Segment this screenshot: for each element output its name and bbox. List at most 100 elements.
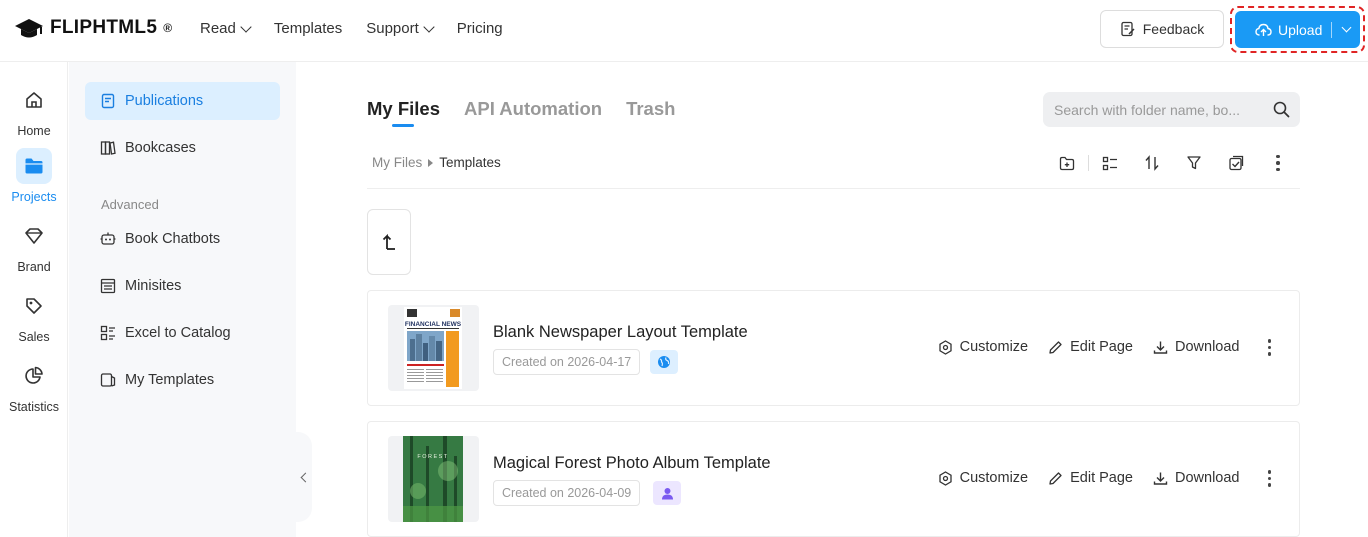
created-date: Created on 2026-04-09 xyxy=(493,480,641,506)
upload-main-action[interactable]: Upload xyxy=(1235,22,1331,38)
user-icon xyxy=(661,487,673,499)
batch-select-button[interactable] xyxy=(1215,151,1257,175)
chevron-left-icon xyxy=(300,472,311,482)
grid-list-icon xyxy=(100,325,115,341)
thumbnail-text: FOREST xyxy=(417,454,448,460)
rail-item-brand[interactable]: Brand xyxy=(0,218,68,274)
hexagon-settings-icon xyxy=(938,470,952,486)
secondary-sidebar: Publications Bookcases Advanced Book Cha… xyxy=(69,62,296,537)
sidebar-item-my-templates[interactable]: My Templates xyxy=(85,361,280,399)
cloud-upload-icon xyxy=(1255,23,1272,36)
more-vertical-icon[interactable] xyxy=(1267,470,1271,487)
rail-statistics-label: Statistics xyxy=(8,400,59,414)
nav-pricing-label: Pricing xyxy=(456,20,503,37)
download-icon xyxy=(1153,341,1168,354)
nav-read-label: Read xyxy=(200,20,236,37)
books-icon xyxy=(100,141,116,155)
filter-button[interactable] xyxy=(1173,151,1215,175)
feedback-icon xyxy=(1121,21,1135,37)
hexagon-settings-icon xyxy=(938,339,952,355)
sort-button[interactable] xyxy=(1131,151,1173,175)
diamond-icon xyxy=(16,218,52,254)
sidebar-item-excel-to-catalog[interactable]: Excel to Catalog xyxy=(85,314,280,352)
rail-item-home[interactable]: Home xyxy=(0,82,68,138)
newspaper-thumbnail-image: FINANCIAL NEWS xyxy=(404,307,462,389)
tab-my-files[interactable]: My Files xyxy=(367,98,440,127)
new-folder-button[interactable] xyxy=(1046,151,1088,175)
feedback-button[interactable]: Feedback xyxy=(1100,10,1224,48)
sidebar-item-book-chatbots[interactable]: Book Chatbots xyxy=(85,220,280,258)
breadcrumb-current: Templates xyxy=(439,155,501,170)
customize-button[interactable]: Customize xyxy=(938,470,1028,486)
download-label: Download xyxy=(1175,470,1240,487)
file-title[interactable]: Blank Newspaper Layout Template xyxy=(493,323,748,342)
sidebar-item-bookcases[interactable]: Bookcases xyxy=(85,129,280,167)
rail-sales-label: Sales xyxy=(18,330,50,344)
thumbnail-text: FINANCIAL NEWS xyxy=(405,321,462,328)
checkbox-icon xyxy=(1229,155,1244,171)
sidebar-item-minisites[interactable]: Minisites xyxy=(85,267,280,305)
customize-button[interactable]: Customize xyxy=(938,339,1028,355)
more-vertical-icon[interactable] xyxy=(1267,339,1271,356)
home-icon xyxy=(16,82,52,118)
folder-plus-icon xyxy=(1059,156,1075,170)
go-up-folder-button[interactable] xyxy=(367,209,411,275)
rail-brand-label: Brand xyxy=(17,260,51,274)
rail-item-projects[interactable]: Projects xyxy=(0,148,68,204)
private-status-badge xyxy=(653,481,681,505)
top-bar: FLIPHTML5 ® Read Templates Support Prici… xyxy=(0,0,1368,62)
chevron-down-icon xyxy=(1341,22,1351,33)
sidebar-my-templates-label: My Templates xyxy=(125,372,215,388)
breadcrumb: My Files Templates xyxy=(372,155,501,170)
caret-right-icon xyxy=(428,158,434,167)
upload-button[interactable]: Upload xyxy=(1235,11,1360,48)
file-actions: Customize Edit Page Download xyxy=(938,470,1271,487)
public-status-badge xyxy=(650,350,678,374)
nav-support[interactable]: Support xyxy=(366,20,435,37)
edit-page-button[interactable]: Edit Page xyxy=(1048,470,1133,486)
nav-templates-label: Templates xyxy=(273,20,343,37)
brand-logo[interactable]: FLIPHTML5 ® xyxy=(14,16,172,40)
rail-item-statistics[interactable]: Statistics xyxy=(0,358,68,414)
rail-home-label: Home xyxy=(17,124,51,138)
created-date: Created on 2026-04-17 xyxy=(493,349,641,375)
sidebar-section-heading: Advanced xyxy=(101,197,159,212)
search-icon[interactable] xyxy=(1273,101,1290,118)
document-icon xyxy=(101,93,115,109)
edit-page-button[interactable]: Edit Page xyxy=(1048,339,1133,355)
arrow-up-return-icon xyxy=(382,233,395,250)
rail-item-sales[interactable]: Sales xyxy=(0,288,68,344)
edit-page-label: Edit Page xyxy=(1070,470,1133,487)
file-thumbnail[interactable]: FINANCIAL NEWS xyxy=(388,305,479,391)
search-box xyxy=(1043,92,1300,127)
tab-trash[interactable]: Trash xyxy=(626,98,675,120)
collapse-sidebar-toggle[interactable] xyxy=(296,432,312,522)
file-tabs: My Files API Automation Trash xyxy=(367,98,675,127)
file-thumbnail[interactable]: FOREST xyxy=(388,436,479,522)
file-toolbar xyxy=(1046,151,1299,175)
more-options-button[interactable] xyxy=(1257,151,1299,175)
download-button[interactable]: Download xyxy=(1153,339,1240,355)
robot-icon xyxy=(100,232,116,245)
download-button[interactable]: Download xyxy=(1153,470,1240,486)
nav-pricing[interactable]: Pricing xyxy=(457,20,503,37)
sidebar-bookcases-label: Bookcases xyxy=(125,140,196,156)
primary-rail: Home Projects Brand Sales Statistics xyxy=(0,62,68,537)
search-input[interactable] xyxy=(1054,101,1269,118)
rail-projects-label: Projects xyxy=(11,190,57,204)
webpage-icon xyxy=(100,278,116,294)
chevron-down-icon xyxy=(240,20,252,33)
upload-dropdown-toggle[interactable] xyxy=(1332,22,1360,33)
file-card[interactable]: FOREST Magical Forest Photo Album Templa… xyxy=(367,421,1300,537)
breadcrumb-root[interactable]: My Files xyxy=(372,155,422,170)
pencil-icon xyxy=(1049,341,1062,354)
file-card[interactable]: FINANCIAL NEWS Blank Newspaper Layout Te… xyxy=(367,290,1300,406)
tab-api-automation[interactable]: API Automation xyxy=(464,98,602,120)
globe-icon xyxy=(658,356,670,368)
file-title[interactable]: Magical Forest Photo Album Template xyxy=(493,454,771,473)
sidebar-item-publications[interactable]: Publications xyxy=(85,82,280,120)
nav-read[interactable]: Read xyxy=(200,20,252,37)
sidebar-minisites-label: Minisites xyxy=(125,278,182,294)
nav-templates[interactable]: Templates xyxy=(274,20,342,37)
view-mode-button[interactable] xyxy=(1089,151,1131,175)
